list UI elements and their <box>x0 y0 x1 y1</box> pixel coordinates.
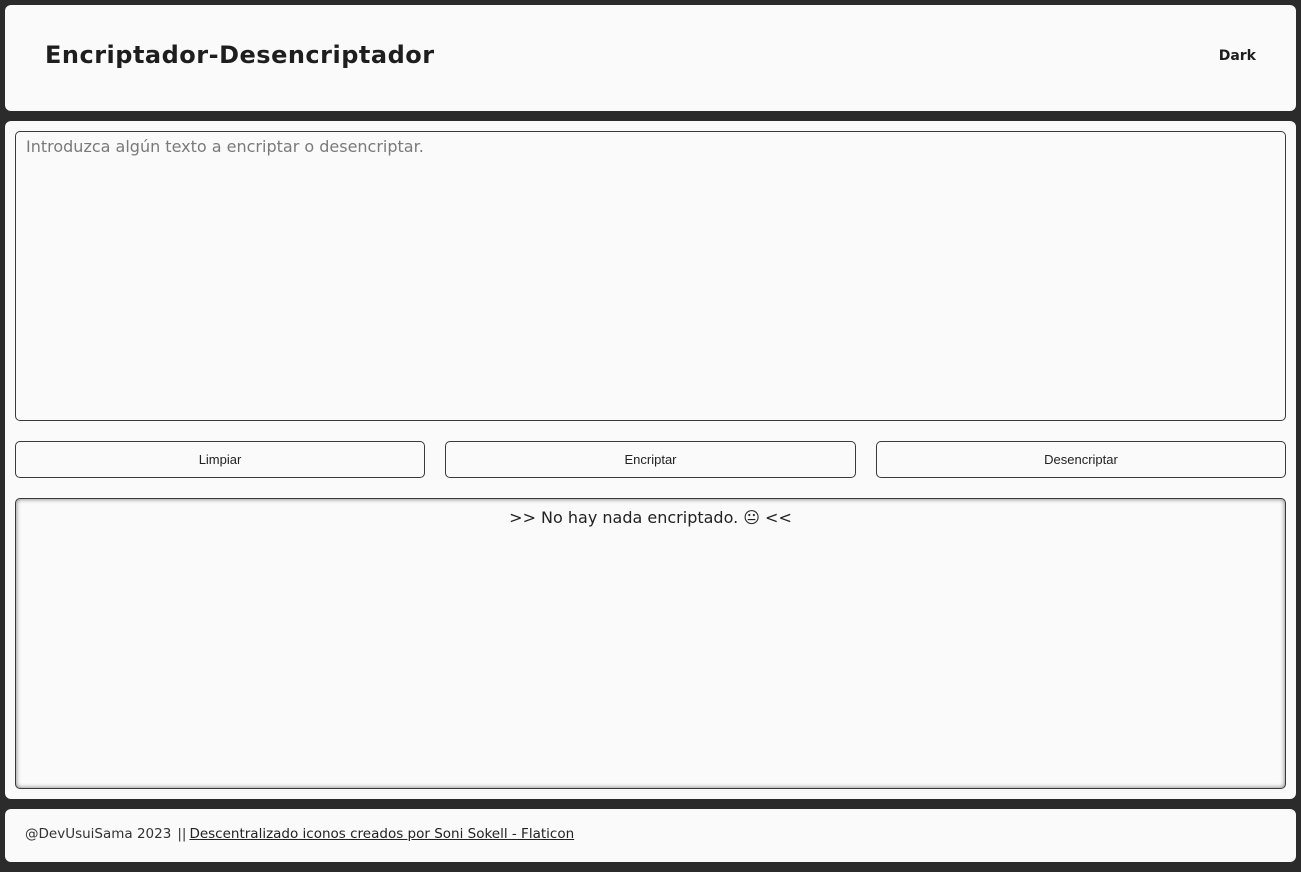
main-panel: Limpiar Encriptar Desencriptar >> No hay… <box>5 121 1296 799</box>
footer: @DevUsuiSama 2023 || Descentralizado icono… <box>5 809 1296 862</box>
header: Encriptador-Desencriptador Dark <box>5 5 1296 111</box>
footer-credit: @DevUsuiSama 2023 <box>25 826 172 842</box>
clear-button[interactable]: Limpiar <box>15 441 425 478</box>
flaticon-credit-link[interactable]: Descentralizado iconos creados por Soni … <box>189 826 574 842</box>
footer-text: @DevUsuiSama 2023 || Descentralizado icono… <box>25 826 574 842</box>
output-area: >> No hay nada encriptado. 😐 << <box>15 498 1286 789</box>
dark-mode-toggle-button[interactable]: Dark <box>1219 48 1256 64</box>
decrypt-button[interactable]: Desencriptar <box>876 441 1286 478</box>
page-title: Encriptador-Desencriptador <box>45 41 435 69</box>
footer-separator: || <box>177 826 187 842</box>
text-input[interactable] <box>15 131 1286 421</box>
output-message: >> No hay nada encriptado. 😐 << <box>509 508 792 527</box>
encrypt-button[interactable]: Encriptar <box>445 441 856 478</box>
